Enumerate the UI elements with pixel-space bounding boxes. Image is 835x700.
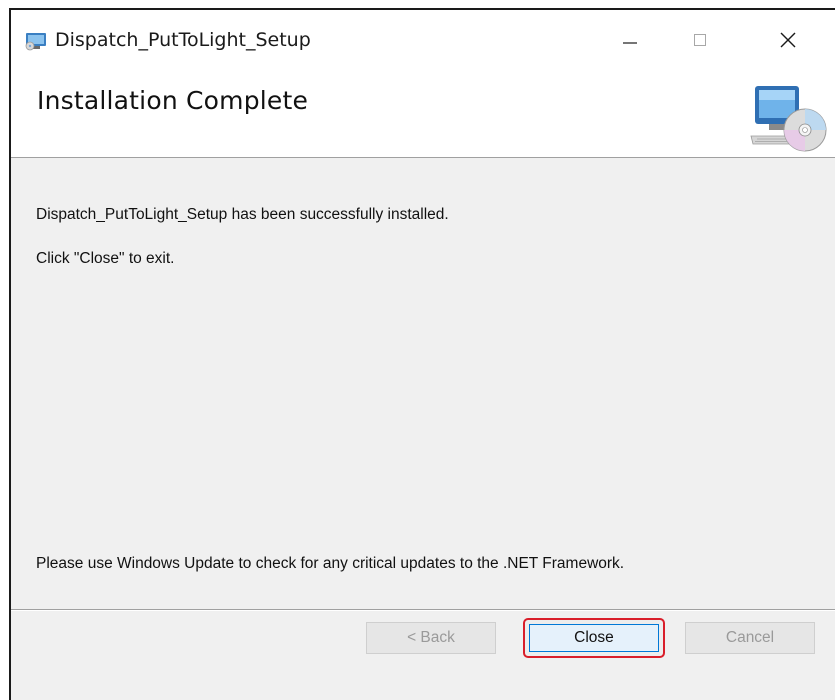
close-button[interactable]: Close [529, 624, 659, 652]
update-notice: Please use Windows Update to check for a… [36, 555, 625, 572]
back-button: < Back [366, 622, 496, 654]
header-banner: Installation Complete [11, 66, 835, 158]
window-title: Dispatch_PutToLight_Setup [55, 29, 311, 51]
maximize-icon [694, 34, 706, 46]
minimize-button[interactable] [608, 20, 652, 60]
computer-cd-icon [750, 86, 827, 152]
close-window-button[interactable] [766, 20, 810, 60]
exit-instruction: Click "Close" to exit. [36, 250, 175, 267]
success-message: Dispatch_PutToLight_Setup has been succe… [36, 206, 449, 223]
title-bar[interactable]: Dispatch_PutToLight_Setup [11, 10, 835, 66]
installer-window: Dispatch_PutToLight_Setup Installation C… [9, 8, 835, 700]
minimize-icon [623, 42, 637, 44]
footer-divider-highlight [11, 610, 835, 611]
page-title: Installation Complete [37, 86, 309, 115]
close-button-highlight[interactable]: Close [523, 618, 665, 658]
maximize-button [678, 20, 722, 60]
installer-app-icon [25, 33, 46, 51]
cancel-button: Cancel [685, 622, 815, 654]
close-icon [780, 32, 796, 48]
